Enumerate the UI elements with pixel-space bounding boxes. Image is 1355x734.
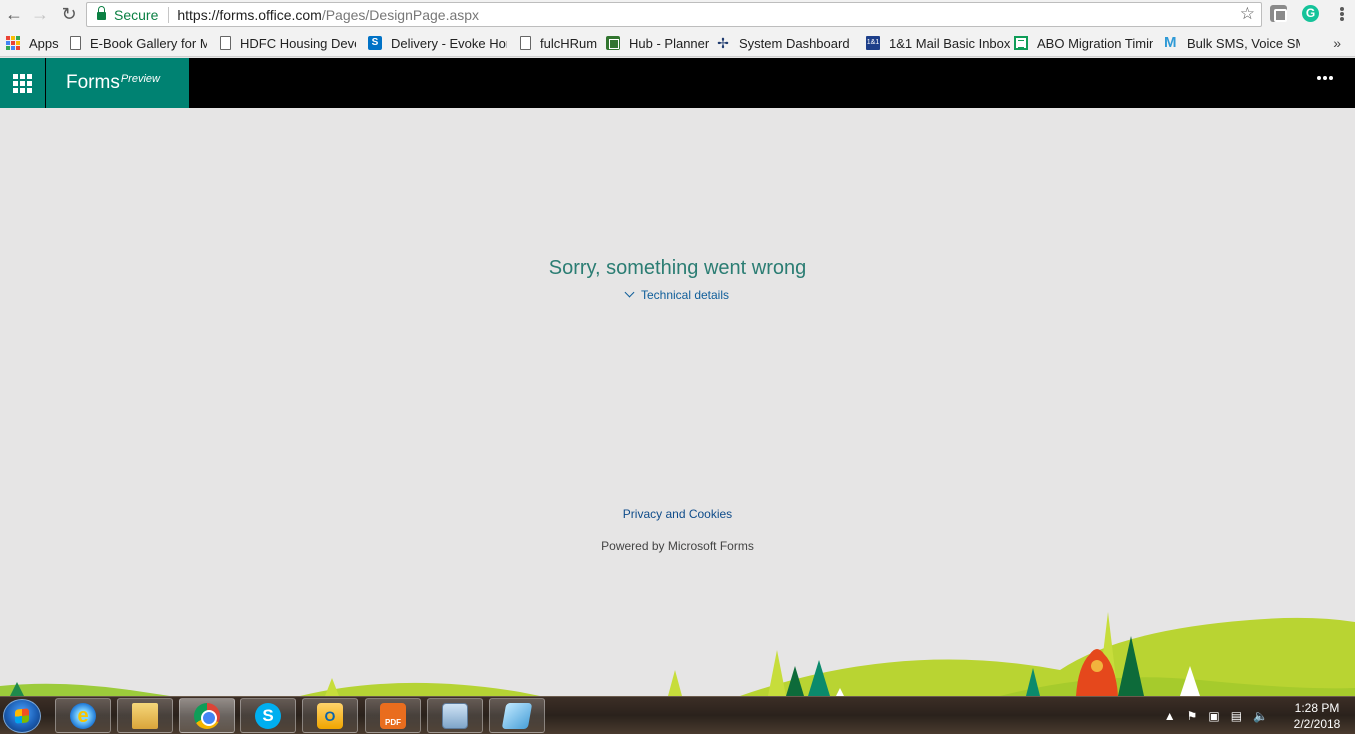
- bookmark-label: 1&1 Mail Basic Inbox: [889, 35, 1011, 51]
- system-tray: ▲ ⚑ ▣ ▤ 🔈 1:28 PM 2/2/2018: [1164, 697, 1355, 734]
- bookmark-item[interactable]: S Delivery - Evoke Hon: [368, 29, 507, 57]
- sheet-icon: [1014, 36, 1028, 50]
- page-icon: [70, 36, 81, 50]
- file-explorer-icon: [132, 702, 158, 729]
- taskbar-explorer-button[interactable]: [117, 698, 173, 733]
- chrome-icon: [194, 702, 220, 729]
- bookmark-label: fulcHRum: [540, 35, 598, 51]
- bookmark-label: Hub - Planner: [629, 35, 710, 51]
- taskbar-calculator-button[interactable]: [427, 698, 483, 733]
- app-launcher-button[interactable]: [0, 58, 45, 108]
- lock-icon: [97, 5, 106, 20]
- bookmark-apps[interactable]: Apps: [6, 29, 59, 57]
- outlook-icon: O: [317, 702, 343, 729]
- taskbar-notes-button[interactable]: [489, 698, 545, 733]
- show-hidden-icons-icon[interactable]: ▲: [1164, 709, 1176, 723]
- bookmark-item[interactable]: M Bulk SMS, Voice SMS: [1164, 29, 1300, 57]
- powered-by-text: Powered by Microsoft Forms: [601, 539, 754, 553]
- grammarly-icon[interactable]: G: [1302, 5, 1319, 22]
- skype-icon: S: [255, 702, 281, 729]
- windows-taskbar: e S O PDF ▲ ⚑ ▣ ▤ 🔈 1:28 PM 2/2/2018: [0, 696, 1355, 734]
- error-title: Sorry, something went wrong: [548, 257, 807, 279]
- taskbar-chrome-button[interactable]: [179, 698, 235, 733]
- privacy-link[interactable]: Privacy and Cookies: [623, 507, 732, 521]
- more-options-icon[interactable]: [1317, 76, 1333, 80]
- bookmark-item[interactable]: ABO Migration Timin: [1014, 29, 1153, 57]
- bookmark-label: ABO Migration Timin: [1037, 35, 1153, 51]
- notes-icon: [501, 702, 533, 729]
- pdf-icon: PDF: [380, 702, 406, 729]
- action-center-flag-icon[interactable]: ⚑: [1187, 709, 1198, 723]
- bookmarks-overflow-button[interactable]: »: [1333, 35, 1341, 51]
- browser-toolbar: ← → ↻ Secure https://forms.office.com/Pa…: [0, 0, 1355, 29]
- sms-icon: M: [1164, 34, 1177, 51]
- address-bar[interactable]: Secure https://forms.office.com/Pages/De…: [86, 2, 1262, 27]
- bookmark-star-icon[interactable]: ☆: [1240, 4, 1255, 24]
- clock-time: 1:28 PM: [1294, 701, 1340, 715]
- brand-title[interactable]: Forms Preview: [46, 58, 189, 108]
- extension-icon[interactable]: [1270, 5, 1287, 22]
- apps-icon: [6, 36, 20, 50]
- dashboard-icon: ✢: [717, 35, 729, 51]
- bookmark-item[interactable]: ✢ System Dashboard -: [716, 29, 852, 57]
- bookmark-label: System Dashboard -: [739, 35, 852, 51]
- forward-button[interactable]: →: [27, 1, 53, 27]
- technical-details-toggle[interactable]: Technical details: [0, 287, 1355, 302]
- back-button[interactable]: ←: [1, 1, 27, 27]
- page-icon: [520, 36, 531, 50]
- bookmark-label: Apps: [29, 35, 59, 51]
- bookmark-label: Delivery - Evoke Hon: [391, 35, 507, 51]
- network-icon[interactable]: ▤: [1231, 709, 1242, 723]
- calculator-icon: [442, 702, 468, 729]
- bookmark-label: Bulk SMS, Voice SMS: [1187, 35, 1300, 51]
- power-icon[interactable]: ▣: [1208, 709, 1219, 723]
- mail-icon: 1&1: [866, 36, 880, 50]
- reload-button[interactable]: ↻: [56, 1, 82, 27]
- omnibox-divider: [168, 6, 170, 23]
- taskbar-ie-button[interactable]: e: [55, 698, 111, 733]
- bookmark-item[interactable]: fulcHRum: [520, 29, 597, 57]
- volume-icon[interactable]: 🔈: [1253, 709, 1268, 723]
- clock-date: 2/2/2018: [1293, 717, 1341, 731]
- bookmark-item[interactable]: 1&1 1&1 Mail Basic Inbox: [866, 29, 1010, 57]
- url-path: /Pages/DesignPage.aspx: [321, 6, 480, 23]
- taskbar-clock[interactable]: 1:28 PM 2/2/2018: [1279, 700, 1355, 732]
- bookmarks-bar: Apps E-Book Gallery for Mi HDFC Housing …: [0, 29, 1355, 57]
- brand-tag: Preview: [120, 73, 160, 85]
- url-host: https://forms.office.com: [177, 6, 322, 23]
- app-header: Forms Preview: [0, 58, 1355, 108]
- start-button[interactable]: [3, 699, 41, 733]
- planner-icon: [606, 36, 620, 50]
- taskbar-skype-button[interactable]: S: [240, 698, 296, 733]
- bookmark-item[interactable]: E-Book Gallery for Mi: [70, 29, 207, 57]
- bookmark-label: HDFC Housing Devel: [240, 35, 356, 51]
- brand-name: Forms: [66, 72, 120, 93]
- bookmark-label: E-Book Gallery for Mi: [90, 35, 207, 51]
- chrome-menu-icon[interactable]: [1335, 4, 1349, 24]
- technical-details-label: Technical details: [640, 288, 730, 302]
- taskbar-outlook-button[interactable]: O: [302, 698, 358, 733]
- sharepoint-icon: S: [368, 36, 382, 50]
- internet-explorer-icon: e: [70, 702, 96, 729]
- taskbar-pdf-button[interactable]: PDF: [365, 698, 421, 733]
- bookmark-item[interactable]: HDFC Housing Devel: [220, 29, 356, 57]
- bookmark-item[interactable]: Hub - Planner: [606, 29, 709, 57]
- secure-label: Secure: [114, 6, 159, 23]
- chevron-down-icon: [624, 287, 635, 298]
- landscape-illustration: [0, 612, 1355, 696]
- page-icon: [220, 36, 231, 50]
